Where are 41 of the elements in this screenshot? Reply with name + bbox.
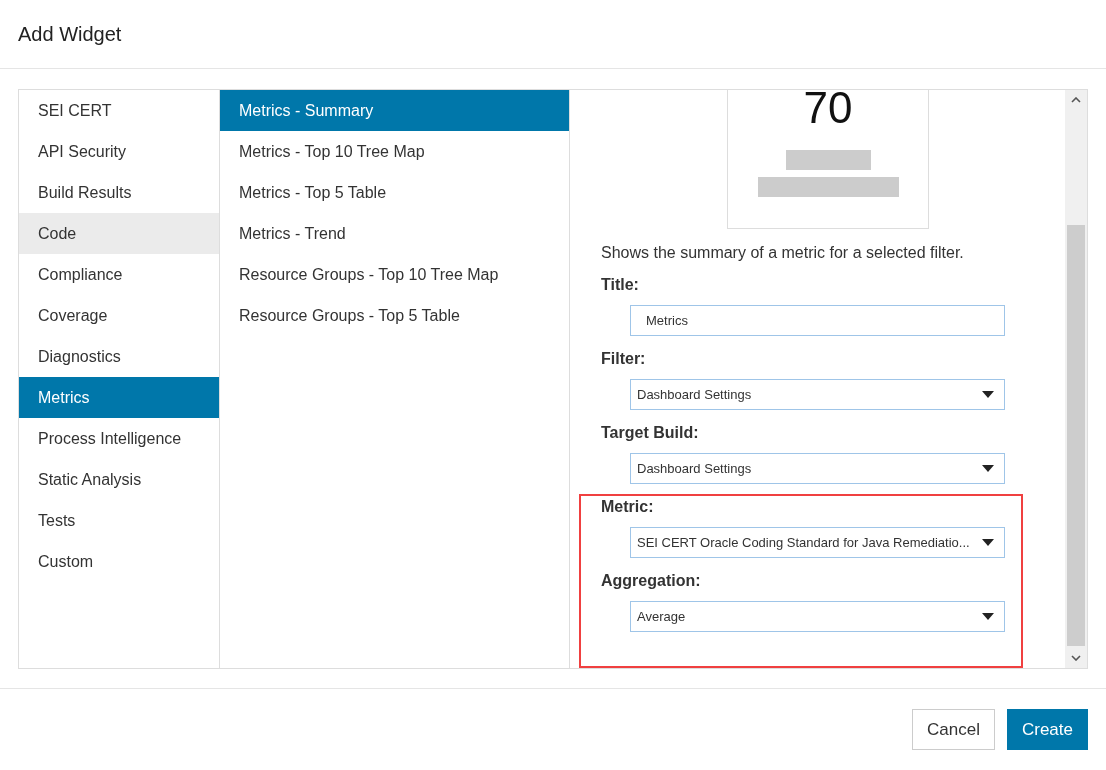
field-label: Target Build: (601, 424, 700, 442)
category-item[interactable]: Tests (19, 500, 219, 541)
create-button[interactable]: Create (1006, 709, 1088, 750)
widget-item[interactable]: Resource Groups - Top 5 Table (220, 295, 569, 336)
caret-icon (982, 613, 994, 620)
caret-icon (982, 465, 994, 472)
category-item[interactable]: Static Analysis (19, 459, 219, 500)
preview-value: 70 (803, 90, 853, 128)
category-item[interactable]: Metrics (19, 377, 219, 418)
field-label: Aggregation: (601, 572, 702, 590)
scrollbar[interactable] (1065, 90, 1087, 668)
caret-icon (982, 539, 994, 546)
widget-item[interactable]: Metrics - Trend (220, 213, 569, 254)
dropdown[interactable]: Dashboard Settings (630, 453, 1005, 484)
field-label: Filter: (601, 350, 647, 368)
dialog-title: Add Widget (18, 22, 122, 46)
dropdown[interactable]: Average (630, 601, 1005, 632)
widget-item[interactable]: Metrics - Top 10 Tree Map (220, 131, 569, 172)
category-item[interactable]: Process Intelligence (19, 418, 219, 459)
scrollbar-thumb[interactable] (1067, 225, 1085, 646)
title-input[interactable]: Metrics (630, 305, 1005, 336)
field-label: Title: (601, 276, 640, 294)
cancel-button[interactable]: Cancel (912, 709, 995, 750)
caret-icon (982, 391, 994, 398)
field-label: Metric: (601, 498, 655, 516)
category-item[interactable]: Compliance (19, 254, 219, 295)
widget-item[interactable]: Metrics - Top 5 Table (220, 172, 569, 213)
dropdown[interactable]: SEI CERT Oracle Coding Standard for Java Remediatio... (630, 527, 1005, 558)
category-item[interactable]: Diagnostics (19, 336, 219, 377)
widget-item[interactable]: Resource Groups - Top 10 Tree Map (220, 254, 569, 295)
widget-description: Shows the summary of a metric for a selected filter. (601, 244, 965, 262)
category-item[interactable]: Custom (19, 541, 219, 582)
category-item[interactable]: Coverage (19, 295, 219, 336)
category-item[interactable]: Build Results (19, 172, 219, 213)
category-item[interactable]: Code (19, 213, 219, 254)
category-item[interactable]: SEI CERT (19, 90, 219, 131)
chevron-down-icon[interactable] (1071, 655, 1081, 661)
widget-item[interactable]: Metrics - Summary (220, 90, 569, 131)
chevron-up-icon[interactable] (1071, 97, 1081, 103)
category-item[interactable]: API Security (19, 131, 219, 172)
dropdown[interactable]: Dashboard Settings (630, 379, 1005, 410)
